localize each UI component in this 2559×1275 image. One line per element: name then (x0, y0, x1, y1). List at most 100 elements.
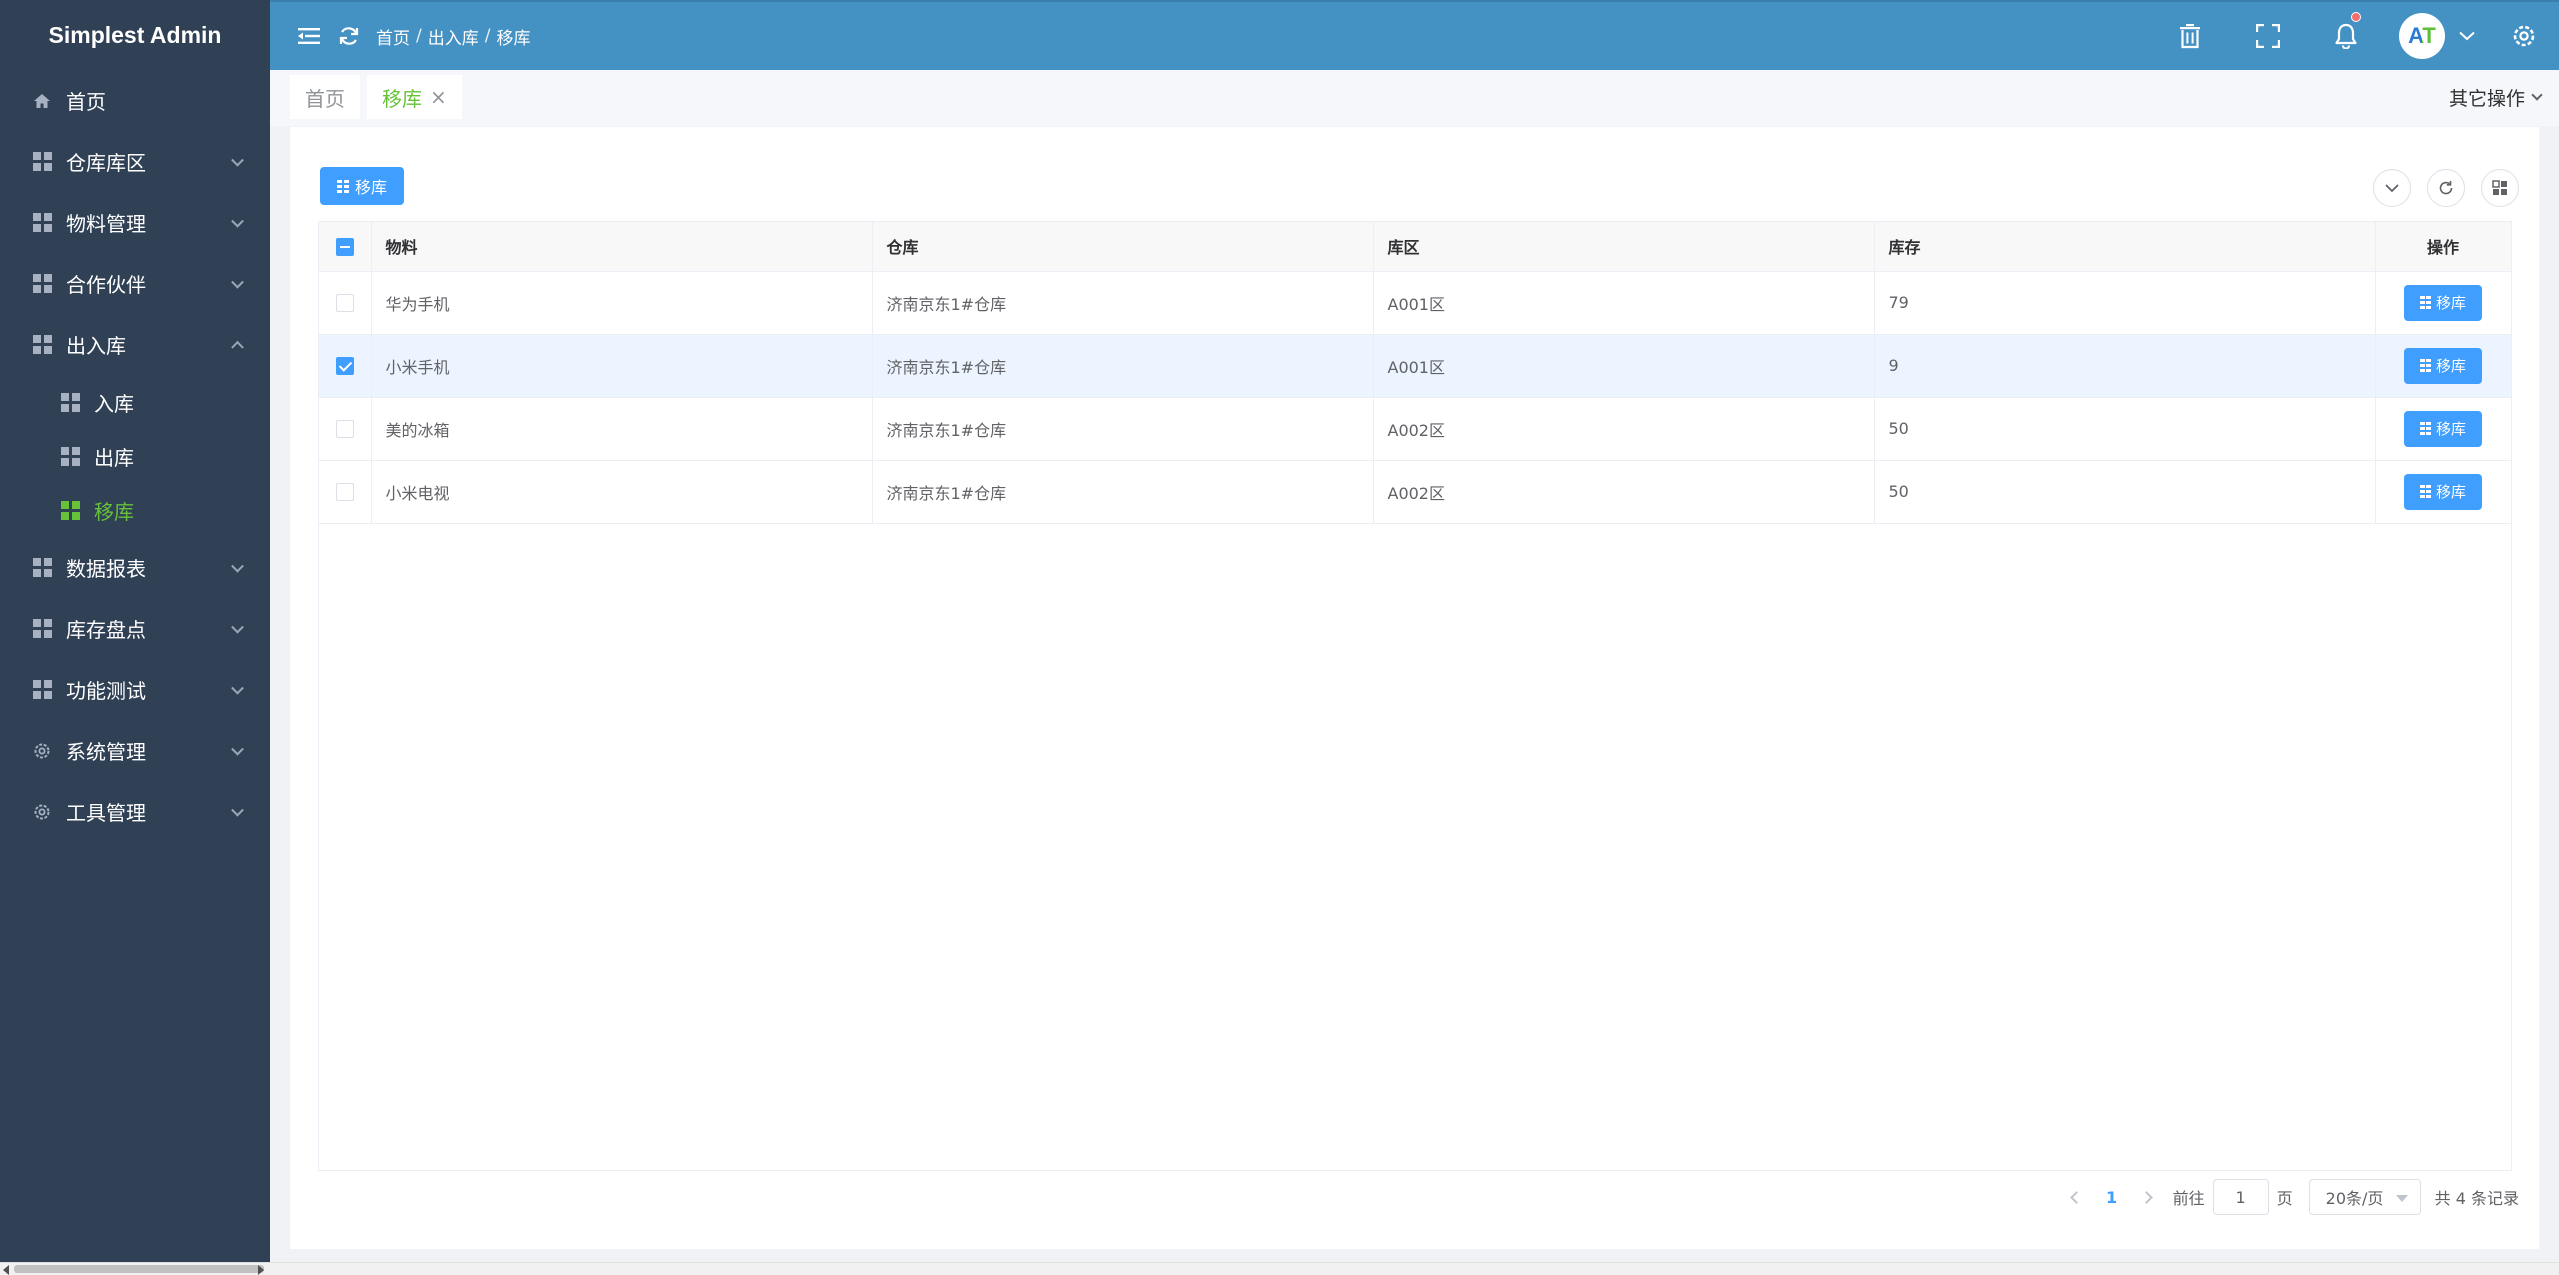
sidebar-item-warehouse-area[interactable]: 仓库库区 (0, 131, 270, 192)
cell-area: A002区 (1373, 397, 1875, 461)
sidebar-item-label: 入库 (94, 391, 134, 416)
next-page-button[interactable] (2133, 1190, 2161, 1204)
row-transfer-button[interactable]: 移库 (2404, 347, 2482, 384)
grid-icon (32, 335, 52, 355)
app-logo: Simplest Admin (48, 21, 222, 48)
trash-icon (2178, 23, 2202, 49)
grid-icon (60, 500, 80, 520)
scroll-left-icon[interactable] (3, 1265, 9, 1275)
column-header-material: 物料 (371, 222, 873, 272)
row-checkbox[interactable] (335, 483, 354, 502)
chevron-down-icon (2531, 89, 2543, 101)
refresh-table-button[interactable] (2427, 169, 2465, 207)
sidebar-subitem-outbound[interactable]: 出库 (0, 429, 270, 483)
cell-actions: 移库 (2375, 271, 2512, 335)
sidebar-subitem-inbound[interactable]: 入库 (0, 375, 270, 429)
chevron-down-icon (2459, 31, 2475, 41)
breadcrumb-separator: / (416, 26, 422, 46)
page-unit-label: 页 (2276, 1189, 2293, 1208)
toggle-search-button[interactable] (2373, 169, 2411, 207)
cell-warehouse: 济南京东1#仓库 (872, 271, 1374, 335)
sidebar-item-material[interactable]: 物料管理 (0, 192, 270, 253)
table-row[interactable]: 小米电视 济南京东1#仓库 A002区 50 移库 (319, 460, 2512, 524)
cell-area: A001区 (1373, 334, 1875, 398)
table-tools (2357, 169, 2519, 207)
column-header-area: 库区 (1373, 222, 1875, 272)
breadcrumb-item[interactable]: 出入库 (428, 24, 479, 49)
table-row[interactable]: 华为手机 济南京东1#仓库 A001区 79 移库 (319, 271, 2512, 335)
cell-area: A001区 (1373, 271, 1875, 335)
close-icon[interactable]: × (430, 85, 447, 109)
chevron-down-icon (231, 803, 244, 817)
settings-button[interactable] (2489, 2, 2559, 70)
tab-label: 首页 (305, 86, 345, 111)
scroll-right-icon[interactable] (258, 1265, 264, 1275)
row-checkbox[interactable] (335, 294, 354, 313)
sidebar-item-home[interactable]: 首页 (0, 70, 270, 131)
tab-transfer[interactable]: 移库 × (367, 75, 462, 119)
user-menu[interactable]: AT (2385, 2, 2489, 70)
sidebar-item-system[interactable]: 系统管理 (0, 720, 270, 781)
sidebar-menu: 首页 仓库库区 物料管理 合作伙伴 出入库 入库 出库 移库 数据报表 库存盘点… (0, 70, 270, 842)
sidebar-subitem-transfer[interactable]: 移库 (0, 483, 270, 537)
tab-label: 移库 (382, 86, 422, 111)
fullscreen-button[interactable] (2229, 2, 2307, 70)
row-transfer-button[interactable]: 移库 (2404, 284, 2482, 321)
cell-warehouse: 济南京东1#仓库 (872, 334, 1374, 398)
breadcrumb-item[interactable]: 首页 (376, 24, 410, 49)
sidebar-item-label: 出库 (94, 445, 134, 470)
cell-stock: 50 (1874, 460, 2376, 524)
gear-icon (32, 741, 52, 761)
prev-page-button[interactable] (2063, 1190, 2091, 1204)
cell-material: 小米电视 (371, 460, 873, 524)
transfer-button[interactable]: 移库 (320, 167, 404, 205)
notification-button[interactable] (2307, 2, 2385, 70)
sidebar-item-inventory-check[interactable]: 库存盘点 (0, 598, 270, 659)
chevron-down-icon (231, 153, 244, 167)
total-count: 共 4 条记录 (2434, 1189, 2519, 1208)
columns-button[interactable] (2481, 169, 2519, 207)
menu-toggle-icon[interactable] (298, 27, 320, 45)
gear-icon (32, 802, 52, 822)
row-transfer-button[interactable]: 移库 (2404, 473, 2482, 510)
row-transfer-button[interactable]: 移库 (2404, 410, 2482, 447)
row-transfer-label: 移库 (2435, 357, 2466, 376)
chevron-down-icon (231, 275, 244, 289)
fullscreen-icon (2256, 24, 2280, 48)
sidebar-item-partners[interactable]: 合作伙伴 (0, 253, 270, 314)
select-all-checkbox[interactable] (335, 238, 354, 256)
row-select (319, 271, 372, 335)
cell-material: 华为手机 (371, 271, 873, 335)
row-checkbox[interactable] (335, 357, 354, 376)
top-header: 首页 / 出入库 / 移库 AT (270, 0, 2559, 70)
refresh-icon[interactable] (338, 25, 360, 47)
cell-stock: 9 (1874, 334, 2376, 398)
page-number[interactable]: 1 (2091, 1188, 2133, 1207)
grid-icon (32, 152, 52, 172)
row-select (319, 460, 372, 524)
breadcrumb: 首页 / 出入库 / 移库 (376, 24, 530, 49)
sidebar-item-function-test[interactable]: 功能测试 (0, 659, 270, 720)
grid-icon (32, 274, 52, 294)
sidebar-item-inout[interactable]: 出入库 (0, 314, 270, 375)
breadcrumb-item: 移库 (496, 28, 531, 49)
bell-icon (2334, 23, 2358, 49)
sidebar-item-tools[interactable]: 工具管理 (0, 781, 270, 842)
other-operations-dropdown[interactable]: 其它操作 (2449, 84, 2543, 111)
goto-page-input[interactable] (2212, 1179, 2269, 1215)
trash-button[interactable] (2151, 2, 2229, 70)
chevron-down-icon (231, 559, 244, 573)
sidebar-item-reports[interactable]: 数据报表 (0, 537, 270, 598)
table-row[interactable]: 小米手机 济南京东1#仓库 A001区 9 移库 (319, 334, 2512, 398)
sidebar-item-label: 移库 (94, 499, 134, 524)
row-transfer-label: 移库 (2435, 420, 2466, 439)
table-row[interactable]: 美的冰箱 济南京东1#仓库 A002区 50 移库 (319, 397, 2512, 461)
menu-icon (2419, 485, 2431, 499)
cell-area: A002区 (1373, 460, 1875, 524)
horizontal-scrollbar[interactable] (0, 1262, 2559, 1275)
scrollbar-thumb[interactable] (14, 1265, 264, 1273)
grid-icon (60, 446, 80, 466)
row-checkbox[interactable] (335, 420, 354, 439)
page-size-select[interactable]: 20条/页 (2308, 1179, 2421, 1215)
tab-home[interactable]: 首页 (290, 75, 360, 119)
